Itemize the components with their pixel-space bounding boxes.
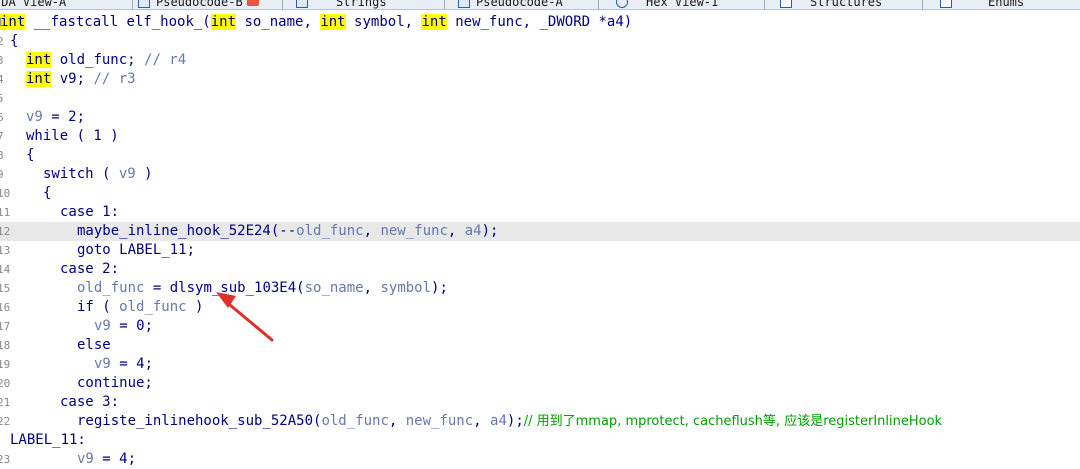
line-number-gutter: 1 2 3 4 5 6 7 8 9 10 11 12 13 14 15 16 1… <box>0 9 11 466</box>
code-line-4: int v9; // r3 <box>26 71 136 87</box>
structures-icon <box>780 0 792 8</box>
strings-icon <box>296 0 308 8</box>
tab-separator <box>444 0 445 9</box>
code-line-11: case 1: <box>60 204 120 220</box>
code-line-2: { <box>10 33 19 49</box>
tab-separator <box>132 0 133 9</box>
line-number: 16 <box>0 301 11 314</box>
pseudocode-icon <box>138 0 150 8</box>
line-number: 9 <box>0 168 4 181</box>
tab-enums[interactable]: Enums <box>940 0 1024 9</box>
tab-pseudocode-a[interactable]: Pseudocode-A <box>458 0 563 9</box>
code-line-9: switch ( v9 ) <box>43 166 153 182</box>
code-line-22: registe_inlinehook_sub_52A50(old_func, n… <box>77 413 943 429</box>
code-line-20: continue; <box>77 375 153 391</box>
line-number: 2 <box>0 35 4 48</box>
line-number: 19 <box>0 358 11 371</box>
tab-separator <box>764 0 765 9</box>
line-number: 4 <box>0 73 4 86</box>
line-number: 1 <box>0 16 4 29</box>
line-number: 11 <box>0 206 11 219</box>
line-number: 20 <box>0 377 11 390</box>
code-line-7: while ( 1 ) <box>26 128 119 144</box>
tab-strings[interactable]: Strings <box>296 0 387 9</box>
tab-separator <box>598 0 599 9</box>
line-number: 6 <box>0 111 4 124</box>
line-number: 3 <box>0 54 4 67</box>
code-line-14: case 2: <box>60 261 120 277</box>
code-line-24: v9 = 4; <box>77 451 137 467</box>
annotation-arrow-icon <box>216 292 274 342</box>
tab-hex-view-1[interactable]: Hex View-1 <box>616 0 718 9</box>
code-line-12-highlighted: maybe_inline_hook_52E24(--old_func, new_… <box>0 222 1080 241</box>
code-line-8: { <box>26 147 35 163</box>
line-number: 15 <box>0 282 11 295</box>
line-number: 8 <box>0 149 4 162</box>
pseudocode-view[interactable]: int __fastcall elf_hook_(int so_name, in… <box>0 9 1080 467</box>
tab-pseudocode-b[interactable]: Pseudocode-B <box>138 0 259 9</box>
pseudocode-icon <box>458 0 470 8</box>
line-number: 10 <box>0 187 11 200</box>
tab-separator <box>922 0 923 9</box>
line-number: 22 <box>0 415 11 428</box>
line-number: 17 <box>0 320 11 333</box>
code-line-23-label: LABEL_11: <box>10 432 86 448</box>
tab-structures[interactable]: Structures <box>780 0 882 9</box>
line-number: 14 <box>0 263 11 276</box>
line-number: 23 <box>0 453 11 466</box>
line-number: 21 <box>0 396 11 409</box>
tab-ida-view-a[interactable]: IDA View-A <box>0 0 66 9</box>
code-line-6: v9 = 2; <box>26 109 86 125</box>
code-line-13: goto LABEL_11; <box>77 242 196 258</box>
code-line-19: v9 = 4; <box>94 356 154 372</box>
line-number: 7 <box>0 130 4 143</box>
line-number: 18 <box>0 339 11 352</box>
code-line-1: int __fastcall elf_hook_(int so_name, in… <box>0 14 633 30</box>
tab-separator <box>282 0 283 9</box>
code-line-21: case 3: <box>60 394 120 410</box>
close-tab-icon[interactable] <box>246 0 259 6</box>
code-line-10: { <box>43 185 52 201</box>
enums-icon <box>940 0 952 8</box>
hex-view-icon <box>616 0 628 8</box>
line-number: 5 <box>0 92 4 105</box>
line-number: 12 <box>0 225 10 238</box>
line-number: 13 <box>0 244 11 257</box>
code-line-3: int old_func; // r4 <box>26 52 187 68</box>
